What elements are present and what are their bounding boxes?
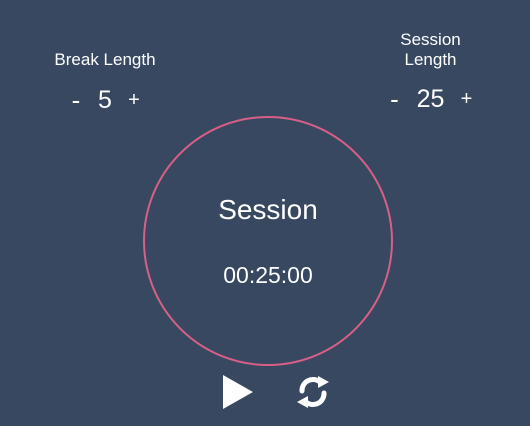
break-increment-button[interactable]: + bbox=[127, 90, 141, 110]
timer-circle: Session 00:25:00 bbox=[143, 116, 393, 366]
timer-time: 00:25:00 bbox=[223, 262, 313, 288]
session-length-value: 25 bbox=[416, 85, 445, 113]
play-button[interactable] bbox=[222, 374, 254, 410]
break-decrement-button[interactable]: - bbox=[69, 87, 83, 113]
session-length-title: Session Length bbox=[400, 30, 461, 69]
timer-label: Session bbox=[218, 194, 318, 225]
break-length-panel: Break Length - 5 + bbox=[30, 50, 180, 114]
break-length-value: 5 bbox=[98, 86, 112, 114]
break-length-title: Break Length bbox=[54, 50, 156, 69]
break-length-controls: - 5 + bbox=[30, 86, 180, 114]
session-length-controls: - 25 + bbox=[358, 85, 503, 113]
session-decrement-button[interactable]: - bbox=[388, 86, 402, 112]
session-length-panel: Session Length - 25 + bbox=[358, 30, 503, 113]
reset-button[interactable] bbox=[294, 373, 332, 411]
play-icon bbox=[222, 374, 254, 410]
pomodoro-app: Break Length - 5 + Session Length - 25 +… bbox=[0, 0, 530, 426]
session-increment-button[interactable]: + bbox=[460, 89, 474, 109]
refresh-icon bbox=[294, 373, 332, 411]
